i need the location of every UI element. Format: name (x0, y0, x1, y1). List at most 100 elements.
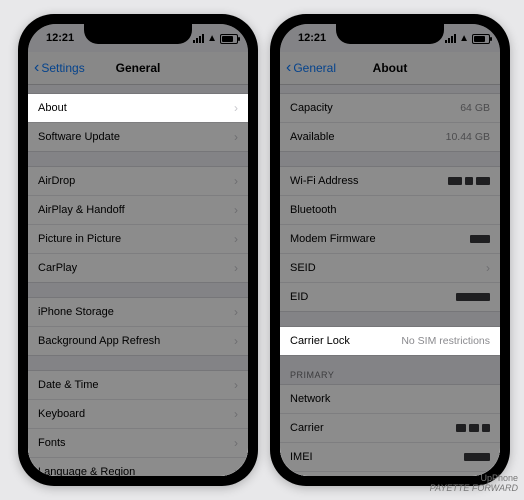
list-row[interactable]: Available 10.44 GB (280, 122, 500, 151)
list-row[interactable]: Picture in Picture › (28, 224, 248, 253)
list-row[interactable]: Background App Refresh › (28, 326, 248, 355)
row-label: Available (290, 131, 334, 143)
list-row[interactable]: About › (28, 94, 248, 122)
status-time: 12:21 (46, 32, 74, 44)
watermark: UpPhone PAYETTE FORWARD (430, 474, 518, 494)
row-label: Modem Firmware (290, 233, 376, 245)
row-value: 10.44 GB (446, 131, 490, 143)
nav-bar: ‹ General About (280, 52, 500, 85)
list-row[interactable]: EID (280, 282, 500, 311)
list-row[interactable]: Date & Time › (28, 371, 248, 399)
chevron-right-icon: › (234, 378, 238, 392)
screen-general: 12:21 ▲ ‹ Settings General About›Softwar… (28, 24, 248, 476)
list-row[interactable]: Capacity 64 GB (280, 94, 500, 122)
about-list: Capacity 64 GB Available 10.44 GB Wi-Fi Addr… (280, 93, 500, 476)
nav-title: About (373, 61, 408, 75)
settings-group: iPhone Storage › Background App Refresh › (28, 297, 248, 356)
row-label: Language & Region (38, 466, 135, 476)
redacted-value (456, 293, 490, 301)
row-label: iPhone Storage (38, 306, 114, 318)
row-value: 64 GB (460, 102, 490, 114)
cellular-signal-icon (193, 34, 204, 43)
list-row[interactable]: Fonts › (28, 428, 248, 457)
list-row[interactable]: AirDrop › (28, 167, 248, 195)
row-label: CarPlay (38, 262, 77, 274)
settings-group: About › Software Update › (28, 93, 248, 152)
list-row[interactable]: Software Update › (28, 122, 248, 151)
chevron-right-icon: › (234, 101, 238, 115)
section-header: PRIMARY (280, 356, 500, 384)
list-row[interactable]: Bluetooth (280, 195, 500, 224)
list-row[interactable]: iPhone Storage › (28, 298, 248, 326)
nav-bar: ‹ Settings General (28, 52, 248, 85)
row-label: Carrier Lock (290, 335, 350, 347)
notch (336, 24, 444, 44)
battery-icon (220, 34, 238, 44)
wifi-icon: ▲ (207, 33, 217, 44)
row-label: Keyboard (38, 408, 85, 420)
notch (84, 24, 192, 44)
row-label: Bluetooth (290, 204, 336, 216)
row-label: Network (290, 393, 330, 405)
row-label: SEID (290, 262, 316, 274)
about-group: Capacity 64 GB Available 10.44 GB (280, 93, 500, 152)
list-row[interactable]: IMEI (280, 442, 500, 471)
redacted-value (456, 424, 490, 432)
row-label: IMEI (290, 451, 313, 463)
status-time: 12:21 (298, 32, 326, 44)
redacted-value (448, 177, 490, 185)
row-label: Date & Time (38, 379, 99, 391)
chevron-right-icon: › (234, 174, 238, 188)
chevron-left-icon: ‹ (286, 60, 291, 76)
about-group: Wi-Fi Address Bluetooth Modem Firmware SEID… (280, 166, 500, 312)
phone-mockup-right: 12:21 ▲ ‹ General About Capacity 64 GB Ava… (270, 14, 510, 486)
row-label: Carrier (290, 422, 324, 434)
cellular-signal-icon (445, 34, 456, 43)
about-group-primary: NetworkCarrierIMEIICCID (280, 384, 500, 476)
list-row[interactable]: AirPlay & Handoff › (28, 195, 248, 224)
list-row[interactable]: Carrier Lock No SIM restrictions (280, 327, 500, 355)
settings-group: Date & Time › Keyboard › Fonts › Language & Re… (28, 370, 248, 476)
chevron-left-icon: ‹ (34, 60, 39, 76)
chevron-right-icon: › (234, 334, 238, 348)
row-label: Software Update (38, 131, 120, 143)
row-label: Wi-Fi Address (290, 175, 358, 187)
screen-about: 12:21 ▲ ‹ General About Capacity 64 GB Ava… (280, 24, 500, 476)
nav-title: General (116, 61, 161, 75)
row-label: Background App Refresh (38, 335, 160, 347)
list-row[interactable]: Network (280, 385, 500, 413)
back-button-settings[interactable]: ‹ Settings (34, 52, 85, 84)
chevron-right-icon: › (234, 407, 238, 421)
chevron-right-icon: › (234, 130, 238, 144)
row-label: AirDrop (38, 175, 75, 187)
back-label: General (293, 61, 336, 75)
redacted-value (470, 235, 490, 243)
chevron-right-icon: › (234, 203, 238, 217)
settings-group: AirDrop›AirPlay & Handoff›Picture in Pic… (28, 166, 248, 283)
row-label: Picture in Picture (38, 233, 121, 245)
settings-list: About›Software Update›AirDrop›AirPlay & … (28, 93, 248, 476)
chevron-right-icon: › (234, 232, 238, 246)
row-value: No SIM restrictions (401, 335, 490, 347)
row-label: Capacity (290, 102, 333, 114)
row-label: Fonts (38, 437, 66, 449)
chevron-right-icon: › (486, 261, 490, 275)
list-row[interactable]: Wi-Fi Address (280, 167, 500, 195)
row-label: EID (290, 291, 308, 303)
phone-mockup-left: 12:21 ▲ ‹ Settings General About›Softwar… (18, 14, 258, 486)
chevron-right-icon: › (234, 436, 238, 450)
list-row[interactable]: CarPlay› (28, 253, 248, 282)
list-row[interactable]: Modem Firmware (280, 224, 500, 253)
battery-icon (472, 34, 490, 44)
list-row[interactable]: Keyboard › (28, 399, 248, 428)
chevron-right-icon: › (234, 305, 238, 319)
row-label: AirPlay & Handoff (38, 204, 125, 216)
about-group-carrier-lock: Carrier Lock No SIM restrictions (280, 326, 500, 356)
row-label: About (38, 102, 67, 114)
list-row[interactable]: Carrier (280, 413, 500, 442)
list-row[interactable]: Language & Region› (28, 457, 248, 476)
wifi-icon: ▲ (459, 33, 469, 44)
back-label: Settings (41, 61, 84, 75)
list-row[interactable]: SEID › (280, 253, 500, 282)
back-button-general[interactable]: ‹ General (286, 52, 336, 84)
